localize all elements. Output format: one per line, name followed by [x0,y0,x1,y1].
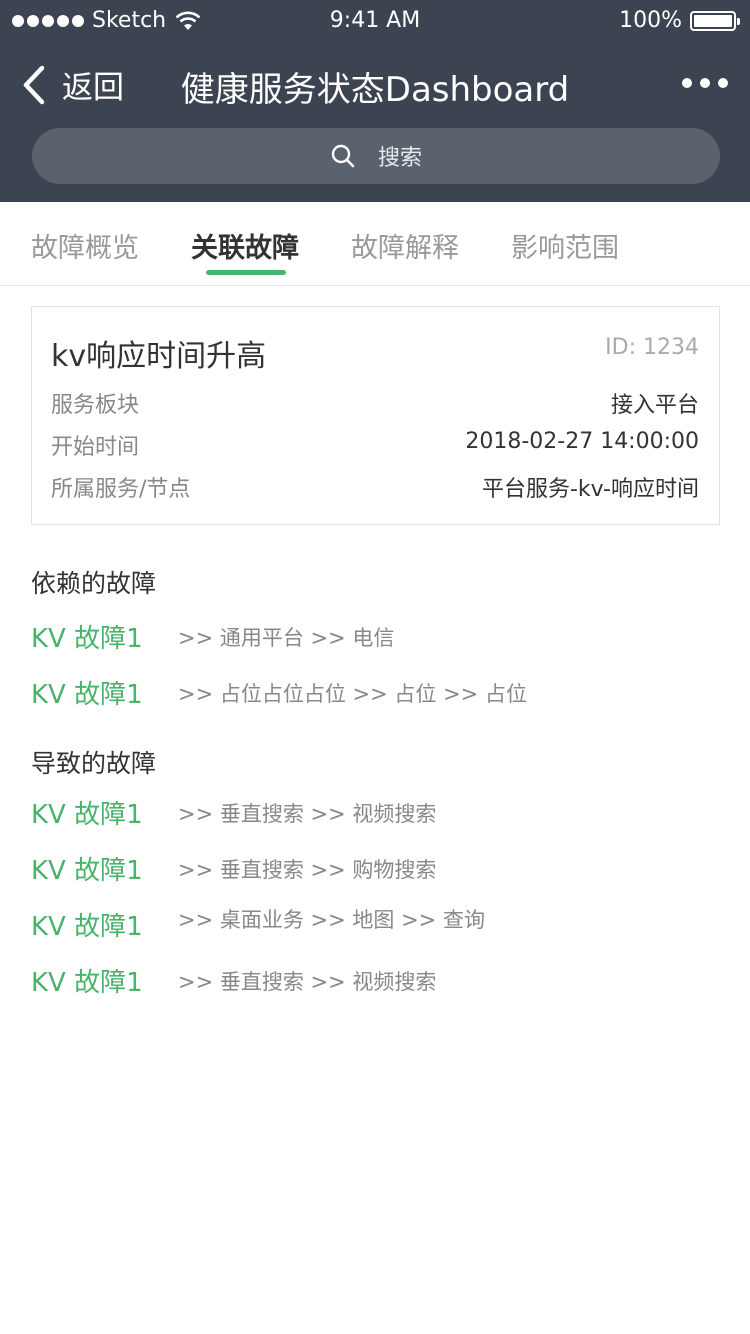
info-value: 2018-02-27 14:00:00 [465,429,699,454]
tab-related-faults[interactable]: 关联故障 [191,226,299,265]
fault-path: >> 占位占位占位 >> 占位 >> 占位 [178,682,527,706]
caused-fault-item[interactable]: KV 故障1 >> 桌面业务 >> 地图 >> 查询 [31,906,731,946]
fault-link[interactable]: KV 故障1 [31,962,143,999]
caused-fault-item[interactable]: KV 故障1 >> 垂直搜索 >> 视频搜索 [31,794,731,834]
info-value: 平台服务-kv-响应时间 [481,477,699,502]
tab-bar: 故障概览 关联故障 故障解释 影响范围 [0,202,750,286]
status-bar: Sketch 9:41 AM 100% [0,0,750,44]
info-row: 服务板块 接入平台 [51,387,699,421]
info-value: 接入平台 [610,393,699,418]
dependent-faults-title: 依赖的故障 [31,569,157,598]
fault-path: >> 垂直搜索 >> 购物搜索 [178,858,437,882]
tab-fault-explanation[interactable]: 故障解释 [351,226,459,265]
battery-icon [690,10,740,31]
fault-link[interactable]: KV 故障1 [31,906,143,943]
info-key: 所属服务/节点 [51,477,191,502]
caused-fault-item[interactable]: KV 故障1 >> 垂直搜索 >> 购物搜索 [31,850,731,890]
info-row: 所属服务/节点 平台服务-kv-响应时间 [51,471,699,505]
fault-link[interactable]: KV 故障1 [31,618,143,655]
fault-link[interactable]: KV 故障1 [31,794,143,831]
info-key: 服务板块 [51,393,140,418]
fault-path: >> 垂直搜索 >> 视频搜索 [178,970,437,994]
tab-fault-overview[interactable]: 故障概览 [31,226,139,265]
fault-path: >> 桌面业务 >> 地图 >> 查询 [178,908,485,932]
more-options-icon[interactable] [682,78,728,88]
info-key: 开始时间 [51,435,140,460]
caused-faults-title: 导致的故障 [31,749,157,778]
nav-bar: 返回 健康服务状态Dashboard [0,44,750,128]
fault-link[interactable]: KV 故障1 [31,850,143,887]
dependent-fault-item[interactable]: KV 故障1 >> 占位占位占位 >> 占位 >> 占位 [31,674,731,714]
page-title: 健康服务状态Dashboard [180,70,570,110]
app-header: Sketch 9:41 AM 100% 返回 健康服务状态Dashboard 搜… [0,0,750,202]
search-icon [331,144,355,168]
fault-path: >> 垂直搜索 >> 视频搜索 [178,802,437,826]
fault-path: >> 通用平台 >> 电信 [178,626,395,650]
search-placeholder: 搜索 [377,146,422,171]
fault-id: ID: 1234 [605,335,699,360]
fault-title: kv响应时间升高 [51,339,267,374]
active-tab-indicator [206,270,286,275]
fault-summary-card: kv响应时间升高 ID: 1234 服务板块 接入平台 开始时间 2018-02… [31,306,720,525]
fault-link[interactable]: KV 故障1 [31,674,143,711]
search-input[interactable]: 搜索 [32,128,720,184]
caused-fault-item[interactable]: KV 故障1 >> 垂直搜索 >> 视频搜索 [31,962,731,1002]
tab-impact-scope[interactable]: 影响范围 [511,226,619,265]
battery-status: 100% [619,8,740,33]
dependent-fault-item[interactable]: KV 故障1 >> 通用平台 >> 电信 [31,618,731,658]
info-row: 开始时间 2018-02-27 14:00:00 [51,429,699,463]
battery-percent: 100% [619,8,682,33]
